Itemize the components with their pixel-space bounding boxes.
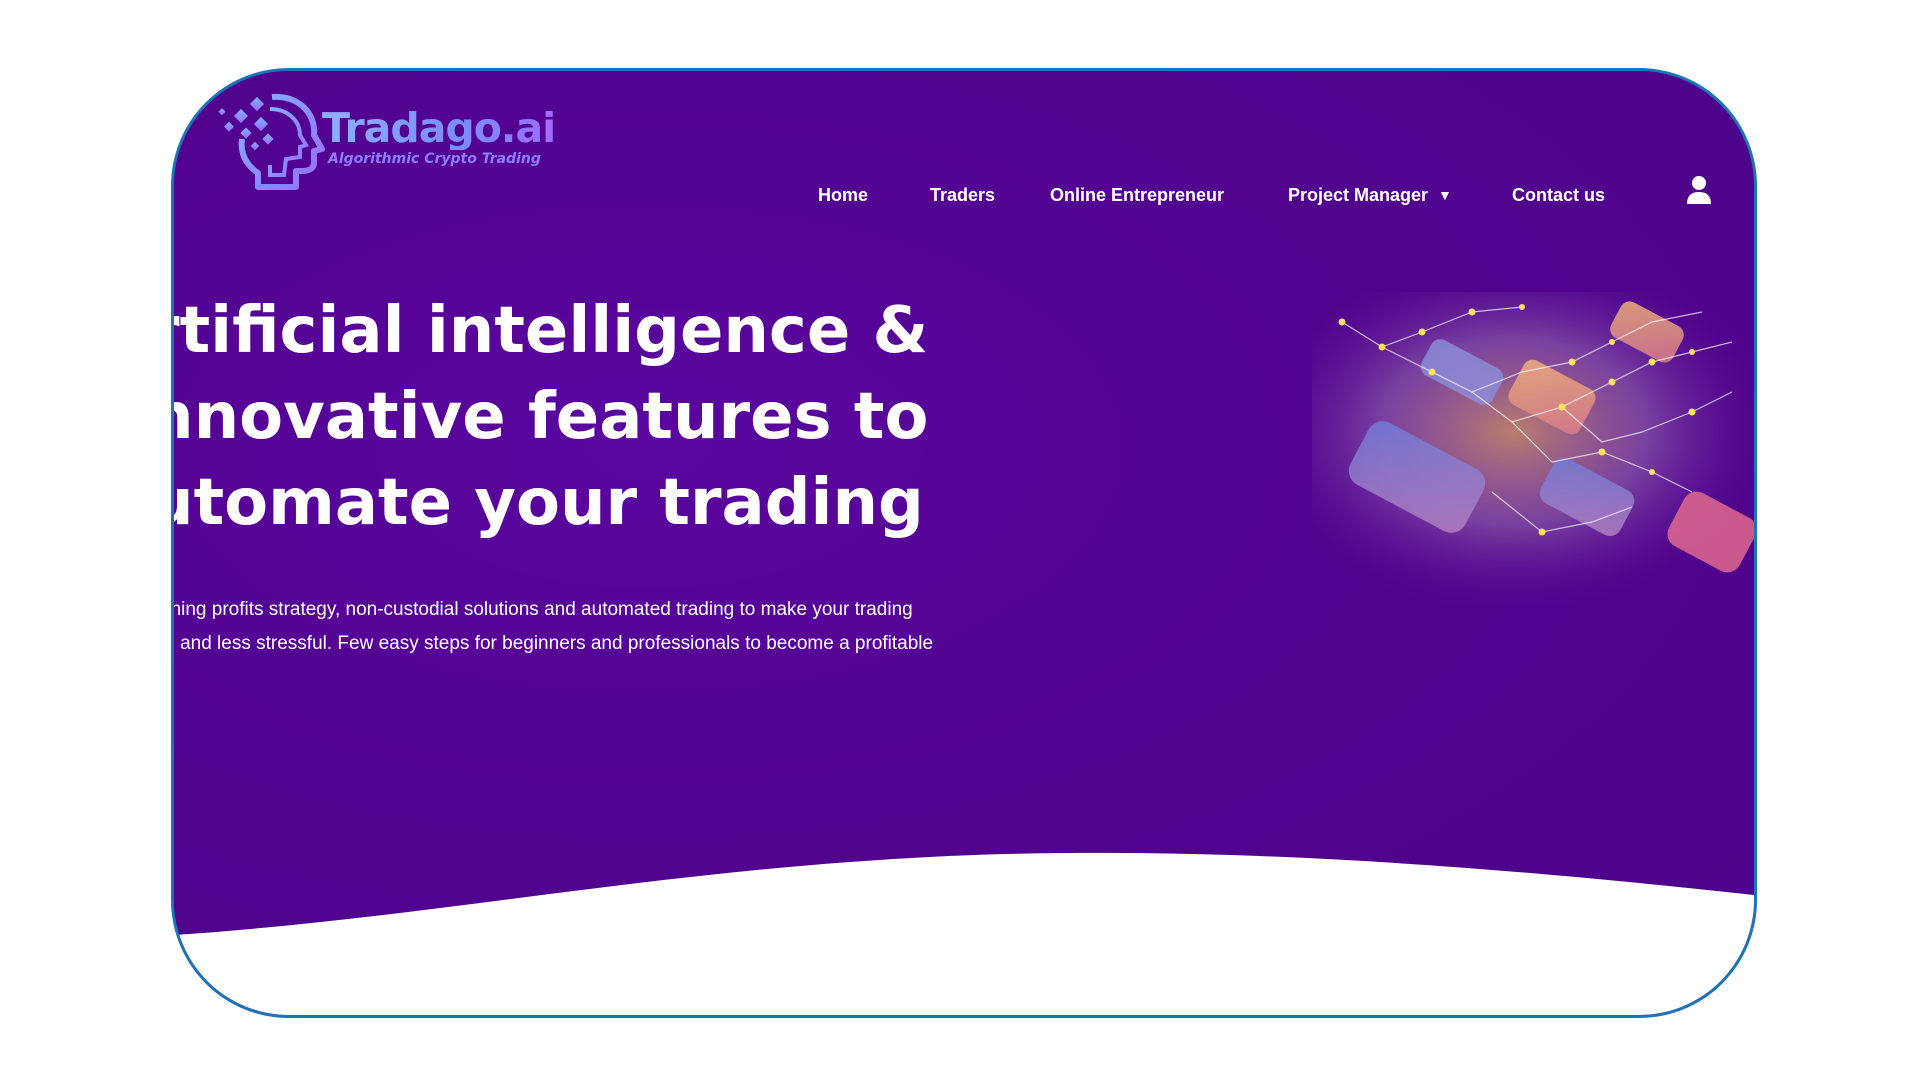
ai-head-logo-icon [218,93,325,190]
nav-item-online-entrepreneur[interactable]: Online Entrepreneur [1050,185,1224,206]
nav-item-project-manager-label: Project Manager [1288,185,1429,205]
brand-tagline: Algorithmic Crypto Trading [328,151,541,167]
hero-headline-line-2: nnovative features to [171,380,929,454]
chevron-down-icon: ▼ [1438,187,1452,203]
brand-name: Tradago.ai [322,104,556,152]
nav-item-contact-us[interactable]: Contact us [1512,185,1605,206]
hero-bottom-wave [174,852,1754,1015]
hero-headline-line-1: rtificial intelligence & [171,294,929,368]
nav-item-home[interactable]: Home [818,185,868,206]
nav-item-project-manager[interactable]: Project Manager ▼ [1288,185,1452,206]
circuit-blocks-illustration [1312,292,1754,602]
hero-headline: rtificial intelligence & nnovative featu… [171,288,929,546]
nav-item-traders[interactable]: Traders [930,185,995,206]
hero-headline-line-3: utomate your trading [171,466,924,540]
browser-frame: Tradago.ai Algorithmic Crypto Trading Ho… [171,68,1757,1018]
user-icon[interactable] [1686,175,1712,205]
hero-subtext-line-1: nning profits strategy, non-custodial so… [171,599,913,620]
hero-section: Tradago.ai Algorithmic Crypto Trading Ho… [174,71,1754,1015]
hero-subtext: nning profits strategy, non-custodial so… [171,593,934,661]
brand-logo[interactable]: Tradago.ai Algorithmic Crypto Trading [212,83,556,195]
hero-subtext-line-2: le and less stressful. Few easy steps fo… [171,633,934,654]
